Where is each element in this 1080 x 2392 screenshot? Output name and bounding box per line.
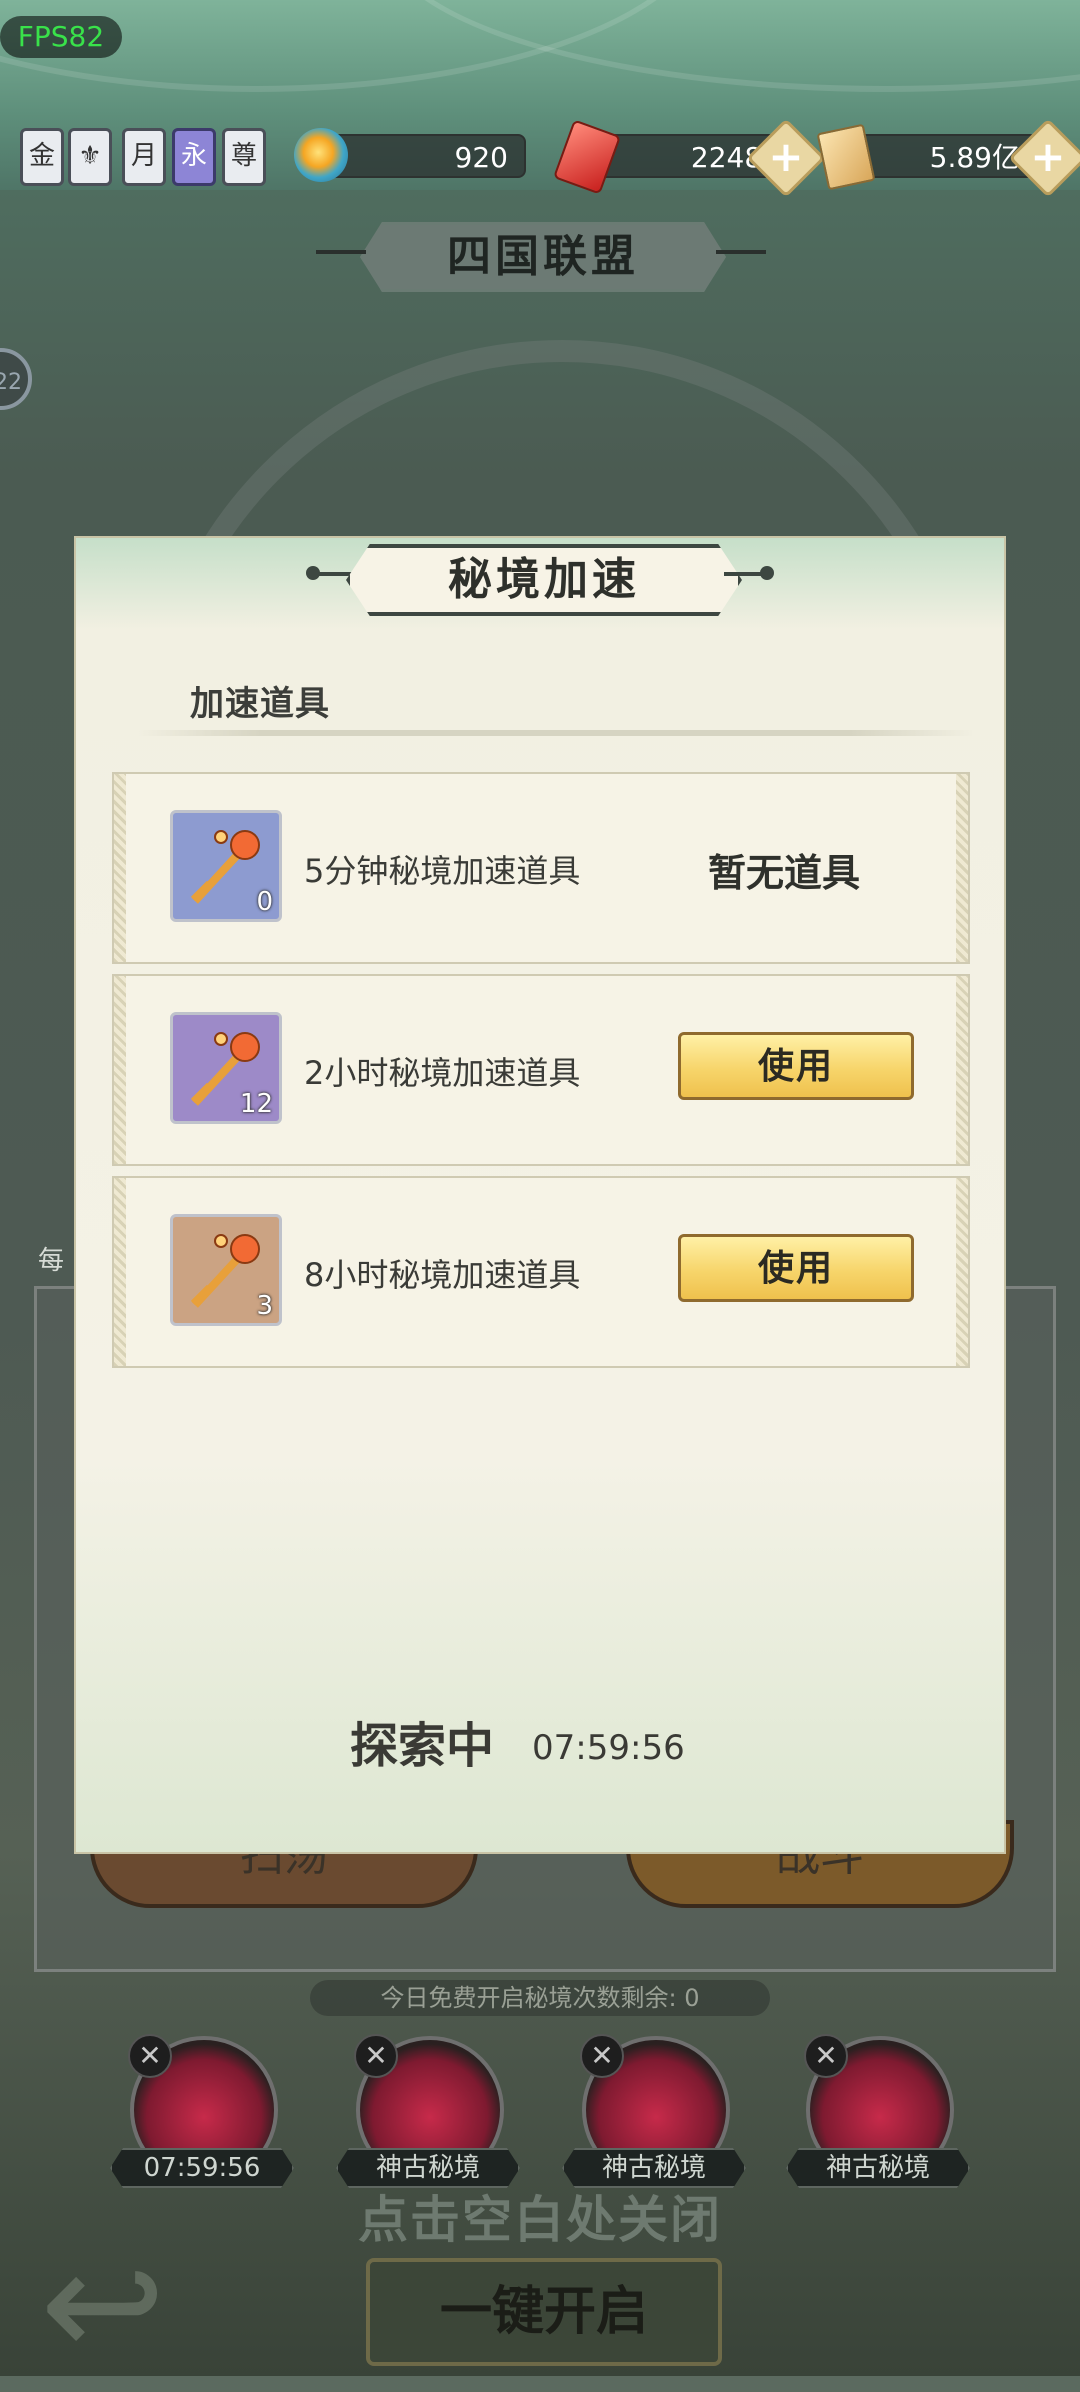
emblem-badge-icon[interactable]: ⚜ [68,128,112,186]
section-title: 加速道具 [190,684,330,724]
daily-label: 每 [38,1246,65,1276]
title-ornament [316,250,366,254]
item-name: 8小时秘境加速道具 [304,1256,581,1294]
key-icon: 12 [170,1012,282,1124]
back-arrow-icon[interactable]: ↩ [40,2230,240,2380]
side-level-badge[interactable]: 22 [0,348,32,410]
close-icon[interactable]: ✕ [128,2034,172,2078]
honor-badge-icon[interactable]: 尊 [222,128,266,186]
use-button[interactable]: 使用 [678,1032,914,1100]
exploring-status: 探索中 [350,1718,495,1774]
title-ornament [716,250,766,254]
item-name: 2小时秘境加速道具 [304,1054,581,1092]
fps-counter: FPS82 [0,16,122,58]
alliance-title: 四国联盟 [360,222,726,292]
speedup-item-row: 12 2小时秘境加速道具 使用 [112,974,970,1166]
section-divider [136,730,976,736]
speedup-item-row: 0 5分钟秘境加速道具 暂无道具 [112,772,970,964]
jade-coin-icon [294,128,348,182]
jade-amount: 920 [326,134,526,178]
item-name: 5分钟秘境加速道具 [304,852,581,890]
use-button[interactable]: 使用 [678,1234,914,1302]
plus-icon: + [1030,132,1066,181]
forever-card-badge-icon[interactable]: 永 [172,128,216,186]
key-icon: 0 [170,810,282,922]
month-card-badge-icon[interactable]: 月 [122,128,166,186]
free-open-count: 今日免费开启秘境次数剩余: 0 [310,1980,770,2016]
vip-badge-icon[interactable]: 金 [20,128,64,186]
close-icon[interactable]: ✕ [580,2034,624,2078]
plus-icon: + [768,132,804,181]
explore-timer: 07:59:56 [532,1728,685,1768]
one-key-open-button[interactable]: 一键开启 [366,2258,722,2366]
close-icon[interactable]: ✕ [354,2034,398,2078]
dialog-title: 秘境加速 [346,544,742,616]
speedup-dialog: 秘境加速 加速道具 0 5分钟秘境加速道具 暂无道具 12 2小时秘境加速道具 … [76,538,1004,1852]
no-item-label: 暂无道具 [707,850,860,895]
speedup-item-row: 3 8小时秘境加速道具 使用 [112,1176,970,1368]
close-icon[interactable]: ✕ [804,2034,848,2078]
dialog-title-banner: 秘境加速 [306,536,774,616]
key-icon: 3 [170,1214,282,1326]
